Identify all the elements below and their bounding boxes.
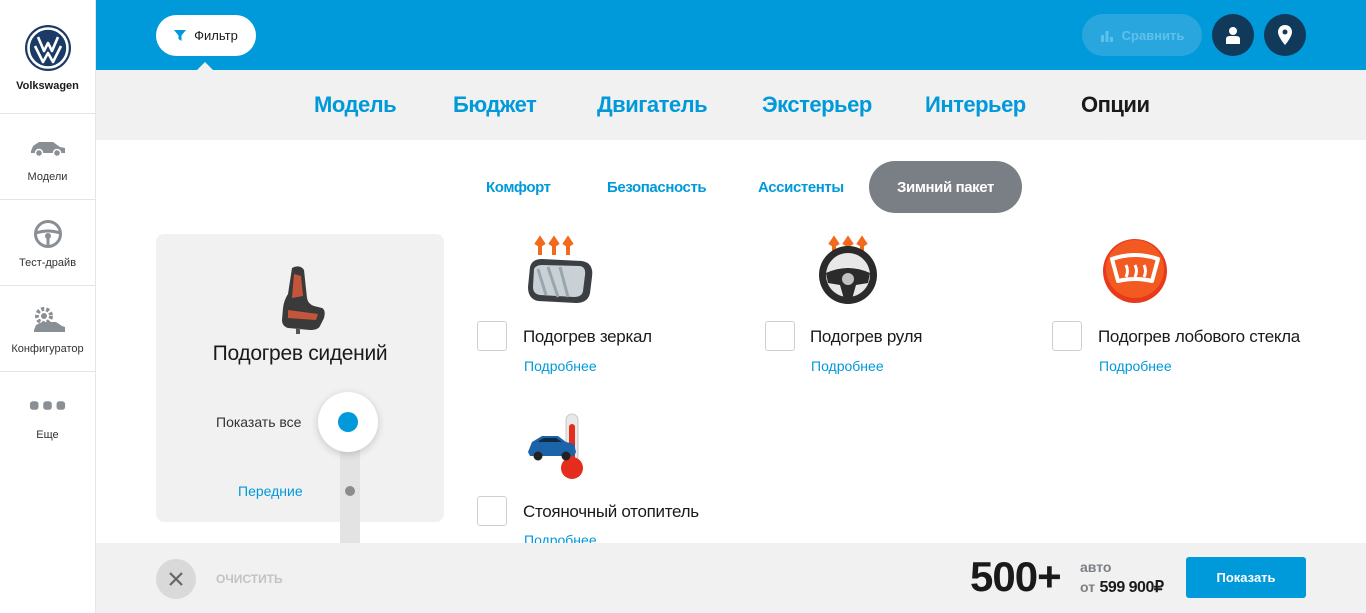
brand-name: Volkswagen — [16, 80, 79, 92]
heated-steering-label: Подогрев руля — [810, 327, 923, 346]
clear-label[interactable]: ОЧИСТИТЬ — [216, 572, 283, 586]
filter-button-label: Фильтр — [194, 28, 238, 43]
filter-button[interactable]: Фильтр — [156, 15, 256, 56]
sidebar: Volkswagen Модели Тест-драйв Конфигурато… — [0, 0, 96, 613]
parking-heater-checkbox[interactable] — [477, 496, 507, 526]
tab-engine[interactable]: Двигатель — [597, 92, 708, 118]
tab-budget[interactable]: Бюджет — [453, 92, 537, 118]
heated-windshield-more-link[interactable]: Подробнее — [1099, 358, 1172, 374]
seat-slider-handle[interactable] — [318, 392, 378, 452]
results-unit: авто — [1080, 559, 1112, 575]
car-icon — [29, 131, 67, 165]
location-button[interactable] — [1264, 14, 1306, 56]
heated-mirror-icon — [520, 235, 600, 315]
sidebar-item-label: Еще — [36, 429, 59, 441]
show-results-button[interactable]: Показать — [1186, 557, 1306, 598]
bar-chart-icon — [1100, 31, 1113, 42]
heated-windshield-checkbox[interactable] — [1052, 321, 1082, 351]
heated-seat-icon — [282, 266, 325, 334]
subtab-safety[interactable]: Безопасность — [607, 179, 707, 196]
slider-handle-dot — [338, 412, 358, 432]
user-icon — [1226, 27, 1240, 44]
subtab-comfort[interactable]: Комфорт — [486, 179, 551, 196]
slider-step-dot[interactable] — [345, 486, 355, 496]
sidebar-item-models[interactable]: Модели — [0, 114, 95, 200]
filter-icon — [174, 29, 187, 41]
heated-steering-more-link[interactable]: Подробнее — [811, 358, 884, 374]
price-from-label: от — [1080, 579, 1096, 595]
close-icon — [169, 572, 183, 586]
tab-interior[interactable]: Интерьер — [925, 92, 1026, 118]
tab-model[interactable]: Модель — [314, 92, 397, 118]
tab-exterior[interactable]: Экстерьер — [762, 92, 872, 118]
clear-button[interactable] — [156, 559, 196, 599]
price-value: 599 900₽ — [1099, 579, 1165, 596]
sidebar-item-test-drive[interactable]: Тест-драйв — [0, 200, 95, 286]
sidebar-item-label: Тест-драйв — [18, 256, 77, 269]
bottom-bar: ОЧИСТИТЬ 500+ авто от 599 900₽ Показать — [96, 543, 1366, 613]
steering-wheel-icon — [29, 217, 67, 251]
location-pin-icon — [1278, 25, 1292, 45]
brand[interactable]: Volkswagen — [0, 0, 95, 114]
compare-button-label: Сравнить — [1121, 27, 1185, 43]
front-seats-option[interactable]: Передние — [238, 483, 303, 499]
account-button[interactable] — [1212, 14, 1254, 56]
heated-mirrors-checkbox[interactable] — [477, 321, 507, 351]
sidebar-item-label: Модели — [27, 170, 68, 183]
parking-heater-icon — [524, 410, 604, 490]
category-tabs: Модель Бюджет Двигатель Экстерьер Интерь… — [96, 70, 1366, 140]
show-all-label: Показать все — [216, 414, 302, 430]
heated-steering-checkbox[interactable] — [765, 321, 795, 351]
subtab-assistants[interactable]: Ассистенты — [758, 179, 844, 196]
sidebar-item-label: Конфигуратор — [11, 342, 84, 355]
price-from: от 599 900₽ — [1080, 577, 1164, 597]
heated-windshield-label: Подогрев лобового стекла — [1098, 327, 1300, 346]
heated-mirrors-more-link[interactable]: Подробнее — [524, 358, 597, 374]
card-title: Подогрев сидений — [212, 342, 388, 365]
configurator-icon — [29, 303, 67, 337]
tab-options[interactable]: Опции — [1081, 92, 1150, 118]
more-dots-icon — [29, 389, 67, 423]
sidebar-item-more[interactable]: Еще — [0, 372, 95, 458]
top-bar: Фильтр Сравнить — [96, 0, 1366, 70]
compare-button[interactable]: Сравнить — [1082, 14, 1202, 56]
sidebar-item-configurator[interactable]: Конфигуратор — [0, 286, 95, 372]
heated-mirrors-label: Подогрев зеркал — [523, 327, 652, 346]
heated-seats-card: Подогрев сидений Показать все Передние — [156, 234, 444, 564]
active-tab-pointer — [1102, 131, 1122, 141]
results-count: 500+ — [970, 553, 1062, 600]
subtab-winter-package[interactable]: Зимний пакет — [869, 161, 1022, 213]
volkswagen-logo-icon — [24, 25, 71, 71]
heated-windshield-icon — [1098, 235, 1178, 315]
parking-heater-label: Стояночный отопитель — [523, 502, 699, 521]
heated-steering-icon — [810, 235, 890, 315]
